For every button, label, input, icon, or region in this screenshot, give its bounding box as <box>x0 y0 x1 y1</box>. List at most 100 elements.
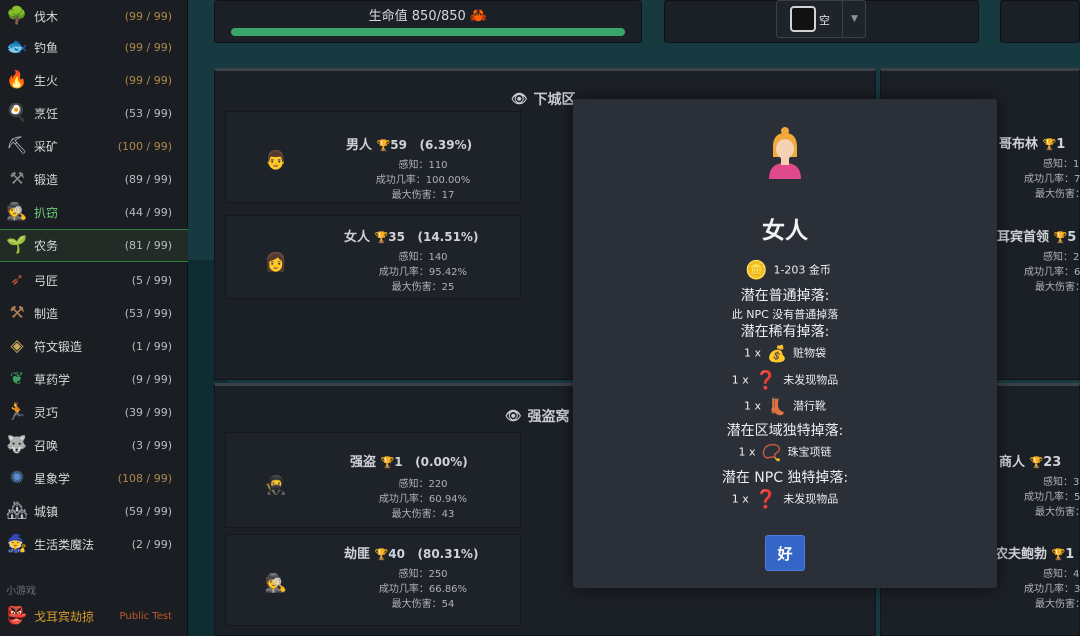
minigames-section-label: 小游戏 <box>6 586 36 597</box>
npc-perception: 感知：3 <box>1043 477 1080 488</box>
item-qty: 1 x <box>731 492 749 506</box>
rare-drop-row: 1 x ❓ 未发现物品 <box>573 370 997 391</box>
campfire-icon: 🔥 <box>6 70 28 90</box>
sidebar-item-mining[interactable]: ⛏ 采矿 (100 / 99) <box>0 130 188 163</box>
sidebar-item-township[interactable]: 🏘 城镇 (59 / 99) <box>0 495 188 528</box>
npc-name: 强盗 <box>350 455 377 470</box>
question-icon: ❓ <box>754 370 778 391</box>
npc-max-hit: 最大伤害： <box>1035 282 1080 293</box>
sidebar-item-woodcutting[interactable]: 🌳 伐木 (99 / 99) <box>0 0 188 33</box>
npc-unique-drops-header: 潜在 NPC 独特掉落: <box>721 470 849 486</box>
sidebar-item-crafting[interactable]: ⚒ 制造 (53 / 99) <box>0 297 188 330</box>
hitpoints-bar-fill <box>231 28 625 36</box>
skill-name: 弓匠 <box>34 274 59 288</box>
chevron-down-icon[interactable]: ▼ <box>842 0 866 38</box>
tools-icon: ⚒ <box>9 303 25 323</box>
running-icon: 🏃 <box>6 402 28 422</box>
trophy-icon: 🏆 <box>374 548 389 561</box>
npc-name: 劫匪 <box>344 547 371 562</box>
zone-title: 👁 强盗窝 <box>505 406 570 426</box>
woman-avatar-icon: 👩 <box>264 251 288 273</box>
item-name: 赃物袋 <box>792 346 826 360</box>
npc-success-rate: 成功几率：7 <box>1024 174 1080 185</box>
skill-level: (100 / 99) <box>117 140 172 153</box>
skill-level: (89 / 99) <box>124 173 172 186</box>
astrolabe-icon: ✺ <box>9 468 25 488</box>
zone-title: 👁 下城区 <box>511 89 576 109</box>
skill-name: 伐木 <box>34 10 59 24</box>
eye-icon[interactable]: 👁 <box>511 92 528 107</box>
crab-icon: 🦀 <box>469 8 488 24</box>
sidebar-item-thieving[interactable]: 🕵 扒窃 (44 / 99) <box>0 196 188 229</box>
npc-mastery-level: 40 <box>388 547 405 561</box>
skill-level: (99 / 99) <box>124 10 172 23</box>
top-right-panel <box>1000 0 1080 43</box>
npc-max-hit: 最大伤害： <box>1035 189 1080 200</box>
npc-perception: 感知：140 <box>398 252 448 263</box>
man-avatar-icon: 👨 <box>264 149 288 171</box>
trophy-icon: 🏆 <box>1029 456 1044 469</box>
npc-max-hit: 最大伤害：17 <box>391 190 455 201</box>
npc-success-rate: 成功几率：60.94% <box>378 494 468 505</box>
skill-level: (9 / 99) <box>131 373 172 386</box>
food-label: 空 <box>819 14 830 27</box>
npc-header: 劫匪 🏆40 (80.31%) <box>344 543 520 562</box>
gold-drop-row: 🪙 1-203 金币 <box>573 260 997 281</box>
sidebar-item-farming[interactable]: 🌱 农务 (81 / 99) <box>0 229 188 262</box>
npc-card-woman[interactable]: 👩 女人 🏆35 (14.51%) 感知：140 成功几率：95.42% 最大伤… <box>225 215 521 299</box>
skill-name: 生活类魔法 <box>34 538 95 552</box>
sidebar-item-summoning[interactable]: 🐺 召唤 (3 / 99) <box>0 429 188 462</box>
npc-success-rate: 成功几率：95.42% <box>378 267 468 278</box>
skill-level: (53 / 99) <box>124 307 172 320</box>
sidebar-item-alt-magic[interactable]: 🧙 生活类魔法 (2 / 99) <box>0 528 188 561</box>
sidebar-item-herblore[interactable]: ❦ 草药学 (9 / 99) <box>0 363 188 396</box>
npc-card-man[interactable]: 👨 男人 🏆59 (6.39%) 感知：110 成功几率：100.00% 最大伤… <box>225 111 521 203</box>
wizard-hat-icon: 🧙 <box>6 534 28 554</box>
skill-name: 符文锻造 <box>34 340 83 354</box>
skill-name: 灵巧 <box>34 406 59 420</box>
item-qty: 1 x <box>738 445 756 459</box>
skill-name: 星象学 <box>34 472 71 486</box>
thief-icon: 🕵 <box>6 202 28 222</box>
sidebar-item-astrology[interactable]: ✺ 星象学 (108 / 99) <box>0 462 188 495</box>
normal-drops-none: 此 NPC 没有普通掉落 <box>731 308 839 321</box>
skill-level: (39 / 99) <box>124 406 172 419</box>
npc-perception: 感知：250 <box>398 569 448 580</box>
sprout-icon: 🌱 <box>6 235 28 255</box>
zone-unique-drops-header: 潜在区域独特掉落: <box>726 423 844 439</box>
npc-card-robber[interactable]: 🕵 劫匪 🏆40 (80.31%) 感知：250 成功几率：66.86% 最大伤… <box>225 534 521 626</box>
sidebar-item-firemaking[interactable]: 🔥 生火 (99 / 99) <box>0 64 188 97</box>
npc-mastery-level: 23 <box>1043 455 1062 470</box>
ok-button[interactable]: 好 <box>765 535 805 571</box>
boot-icon: 👢 <box>767 397 787 416</box>
npc-perception: 感知：2 <box>1043 252 1080 263</box>
npc-max-hit: 最大伤害： <box>1035 507 1080 518</box>
npc-name: 男人 <box>346 138 373 153</box>
skill-name: 钓鱼 <box>34 41 59 55</box>
npc-card-bandit[interactable]: 🥷 强盗 🏆1 (0.00%) 感知：220 成功几率：60.94% 最大伤害：… <box>225 432 521 528</box>
modal-title: 女人 <box>762 218 808 244</box>
sidebar-item-goblin-raid[interactable]: 👺 戈耳宾劫掠 Public Test <box>0 600 188 632</box>
npc-perception: 感知：110 <box>398 160 448 171</box>
npc-perception: 感知：220 <box>398 479 448 490</box>
skill-name: 采矿 <box>34 140 59 154</box>
skill-level: (1 / 99) <box>131 340 172 353</box>
wolf-icon: 🐺 <box>6 435 28 455</box>
skill-name: 城镇 <box>34 505 59 519</box>
npc-success-rate: 成功几率：5 <box>1024 492 1080 503</box>
skill-name: 制造 <box>34 307 59 321</box>
sidebar-item-smithing[interactable]: ⚒ 锻造 (89 / 99) <box>0 163 188 196</box>
sidebar-item-fishing[interactable]: 🐟 钓鱼 (99 / 99) <box>0 31 188 64</box>
sidebar-item-agility[interactable]: 🏃 灵巧 (39 / 99) <box>0 396 188 429</box>
minigame-name: 戈耳宾劫掠 <box>34 609 95 624</box>
skill-level: (81 / 99) <box>124 239 172 252</box>
sidebar-item-fletching[interactable]: ➶ 弓匠 (5 / 99) <box>0 264 188 297</box>
eye-icon[interactable]: 👁 <box>505 409 522 424</box>
zone-title-text: 下城区 <box>533 92 576 108</box>
zone-title-text: 强盗窝 <box>527 409 570 425</box>
rare-drop-row: 1 x 👢 潜行靴 <box>573 397 997 416</box>
sidebar-item-cooking[interactable]: 🍳 烹饪 (53 / 99) <box>0 97 188 130</box>
npc-drops-modal: 女人 🪙 1-203 金币 潜在普通掉落: 此 NPC 没有普通掉落 潜在稀有掉落… <box>573 99 997 588</box>
sidebar-item-runecrafting[interactable]: ◈ 符文锻造 (1 / 99) <box>0 330 188 363</box>
trophy-icon: 🏆 <box>374 231 389 244</box>
